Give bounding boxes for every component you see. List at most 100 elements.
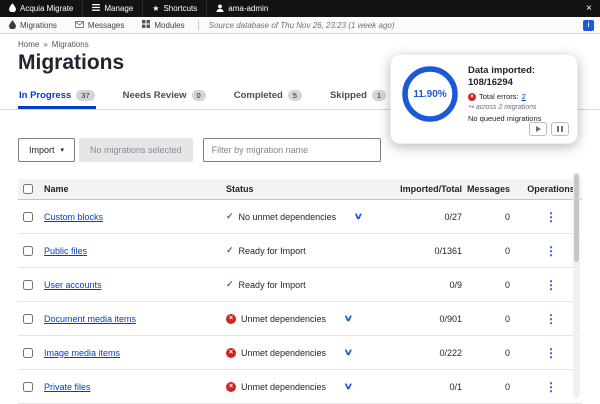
tab-count-badge: 37 (76, 90, 95, 101)
star-icon: ★ (152, 3, 160, 13)
header-name: Name (44, 184, 69, 194)
envelope-icon (74, 20, 84, 30)
tab-needs-review[interactable]: Needs Review 0 (122, 84, 207, 109)
error-icon: × (468, 92, 476, 101)
queue-play-button[interactable] (529, 122, 547, 136)
table-row: Public files ✓ Ready for Import 0/1361 0… (18, 234, 582, 268)
messages-label: Messages (87, 20, 125, 30)
queue-pause-button[interactable] (551, 122, 569, 136)
migration-link[interactable]: Private files (44, 382, 91, 392)
imported-total-value: 0/27 (444, 211, 462, 222)
migration-link[interactable]: Document media items (44, 314, 136, 324)
migration-link[interactable]: Custom blocks (44, 212, 103, 222)
header-status: Status (226, 184, 254, 194)
kebab-menu-icon[interactable]: ⋮ (545, 380, 557, 394)
messages-count: 0 (504, 279, 510, 290)
sub-arrow-icon: ↪ (468, 103, 474, 111)
kebab-menu-icon[interactable]: ⋮ (545, 244, 557, 258)
status-text: Ready for Import (238, 245, 306, 256)
migrations-label: Migrations (20, 20, 57, 30)
breadcrumb-home-link[interactable]: Home (18, 40, 39, 49)
row-checkbox[interactable] (23, 313, 33, 324)
progress-ring: 11.90% (401, 65, 459, 123)
row-checkbox[interactable] (23, 245, 33, 256)
row-checkbox[interactable] (23, 381, 33, 392)
user-icon (216, 3, 224, 14)
migrate-droplet-icon (9, 19, 16, 31)
imported-total-value: 0/1 (449, 381, 462, 392)
brand-label: Acquia Migrate (20, 4, 74, 13)
toolbar-item-manage[interactable]: Manage (82, 0, 142, 17)
filter-input[interactable] (202, 138, 381, 162)
queue-controls (529, 122, 569, 136)
breadcrumb-current: Migrations (51, 40, 89, 49)
kebab-menu-icon[interactable]: ⋮ (545, 312, 557, 326)
tab-skipped[interactable]: Skipped 1 (329, 84, 387, 109)
toolbar-item-acquia-migrate[interactable]: Acquia Migrate (0, 0, 82, 17)
import-progress-card: 11.90% Data imported: 108/16294 × Total … (390, 54, 578, 144)
pause-icon (557, 126, 563, 132)
error-icon: × (226, 313, 236, 324)
table-header-row: Name Status Imported/Total Messages Oper… (18, 179, 582, 200)
data-imported-value: 108/16294 (468, 76, 513, 88)
check-icon: ✓ (226, 211, 234, 221)
status-text: Ready for Import (238, 279, 306, 290)
errors-scope-text: across 2 migrations (475, 103, 537, 111)
row-checkbox[interactable] (23, 347, 33, 358)
tab-in-progress[interactable]: In Progress 37 (18, 84, 96, 109)
chevron-down-icon[interactable]: ∨ (343, 381, 353, 392)
scrollbar-thumb[interactable] (574, 174, 579, 262)
row-checkbox[interactable] (23, 211, 33, 222)
vertical-scrollbar[interactable] (573, 172, 580, 398)
status-text: Unmet dependencies (241, 313, 327, 324)
toolbar-item-user[interactable]: ama-admin (206, 0, 277, 17)
toolbar-item-shortcuts[interactable]: ★ Shortcuts (142, 0, 206, 17)
import-label: Import (29, 145, 55, 155)
table-row: Document media items × Unmet dependencie… (18, 302, 582, 336)
chevron-down-icon[interactable]: ∨ (343, 313, 353, 324)
migration-link[interactable]: Public files (44, 246, 87, 256)
chevron-down-icon[interactable]: ∨ (353, 211, 363, 222)
toolbar-item-modules[interactable]: Modules (133, 17, 193, 33)
total-errors-count-link[interactable]: 2 (522, 92, 526, 102)
import-dropdown-button[interactable]: Import ▾ (18, 138, 76, 162)
check-icon: ✓ (226, 245, 234, 255)
migration-link[interactable]: User accounts (44, 280, 102, 290)
header-messages: Messages (466, 184, 510, 194)
modules-grid-icon (142, 20, 151, 30)
caret-down-icon: ▾ (60, 146, 65, 154)
error-icon: × (226, 347, 236, 358)
migration-link[interactable]: Image media items (44, 348, 120, 358)
messages-count: 0 (504, 347, 510, 358)
kebab-menu-icon[interactable]: ⋮ (545, 278, 557, 292)
messages-count: 0 (504, 245, 510, 256)
selection-status-button[interactable]: No migrations selected (79, 138, 193, 162)
breadcrumb: Home » Migrations (0, 34, 600, 49)
shortcuts-label: Shortcuts (163, 4, 198, 13)
row-checkbox[interactable] (23, 279, 33, 290)
select-all-checkbox[interactable] (23, 184, 33, 194)
status-text: Unmet dependencies (241, 347, 327, 358)
breadcrumb-separator: » (43, 40, 48, 49)
chevron-down-icon[interactable]: ∨ (343, 347, 353, 358)
total-errors-label: Total errors: (479, 91, 519, 101)
modules-label: Modules (154, 20, 185, 30)
admin-toolbar: Acquia Migrate Manage ★ Shortcuts ama-ad… (0, 0, 600, 17)
close-icon[interactable]: × (578, 3, 600, 14)
user-label: ama-admin (228, 4, 269, 13)
error-icon: × (226, 381, 236, 392)
toolbar-item-migrations[interactable]: Migrations (0, 17, 66, 33)
play-icon (535, 126, 541, 132)
kebab-menu-icon[interactable]: ⋮ (545, 346, 557, 360)
secondary-toolbar: Migrations Messages Modules Source datab… (0, 17, 600, 34)
toolbar-item-messages[interactable]: Messages (66, 17, 133, 33)
check-icon: ✓ (226, 279, 234, 289)
tab-count-badge: 5 (287, 90, 302, 101)
kebab-menu-icon[interactable]: ⋮ (545, 210, 557, 224)
messages-count: 0 (504, 211, 510, 222)
tab-completed[interactable]: Completed 5 (233, 84, 303, 109)
migrations-table: Name Status Imported/Total Messages Oper… (18, 179, 582, 404)
status-text: Unmet dependencies (241, 381, 327, 392)
source-database-note: Source database of Thu Nov 26, 23:23 (1 … (208, 20, 395, 30)
help-icon[interactable]: i (583, 19, 594, 31)
